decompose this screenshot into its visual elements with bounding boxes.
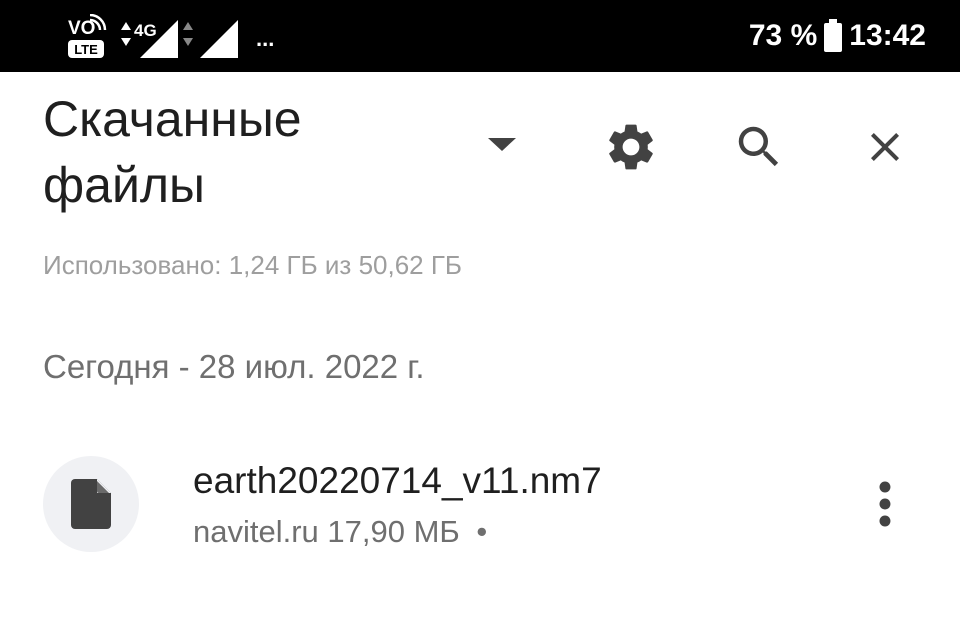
file-name: earth20220714_v11.nm7 [193, 460, 602, 501]
file-meta: navitel.ru 17,90 МБ • [193, 514, 487, 550]
page-title-line1: Скачанные [43, 91, 302, 147]
gear-icon [609, 124, 653, 170]
status-bar: VO LTE 4G ... 73 % 13:42 [0, 0, 960, 72]
file-source: navitel.ru [193, 514, 319, 549]
file-list-item[interactable]: earth20220714_v11.nm7 navitel.ru 17,90 М… [0, 440, 960, 570]
dropdown-arrow-icon [488, 138, 516, 151]
meta-separator: • [476, 514, 488, 549]
settings-button[interactable] [596, 112, 666, 182]
file-type-avatar [43, 456, 139, 552]
date-section-header: Сегодня - 28 июл. 2022 г. [43, 348, 425, 385]
app-bar: Скачанные файлы [0, 72, 960, 222]
more-notifications-icon: ... [256, 26, 274, 51]
clock: 13:42 [849, 19, 926, 52]
network-type-label: 4G [134, 21, 157, 40]
battery-icon [824, 19, 843, 52]
more-options-button[interactable] [860, 466, 910, 542]
status-icons: VO LTE 4G ... [68, 14, 274, 58]
battery-percent: 73 % [748, 19, 818, 52]
file-size: 17,90 МБ [327, 514, 460, 549]
document-icon [71, 479, 111, 529]
search-icon [738, 126, 779, 167]
storage-info: Использовано: 1,24 ГБ из 50,62 ГБ [43, 250, 462, 280]
volte-icon: VO LTE [68, 14, 107, 58]
signal-4g-icon: 4G [121, 20, 178, 58]
status-right: 73 % 13:42 [749, 0, 926, 72]
close-icon [871, 133, 899, 161]
search-button[interactable] [724, 112, 794, 182]
folder-dropdown-button[interactable] [482, 124, 522, 164]
page-title-line2: файлы [43, 157, 205, 213]
close-button[interactable] [850, 112, 920, 182]
more-vert-icon [879, 481, 891, 527]
signal-sim2-icon [183, 20, 238, 58]
lte-label: LTE [74, 42, 98, 57]
page-title[interactable]: Скачанные файлы [43, 86, 443, 218]
